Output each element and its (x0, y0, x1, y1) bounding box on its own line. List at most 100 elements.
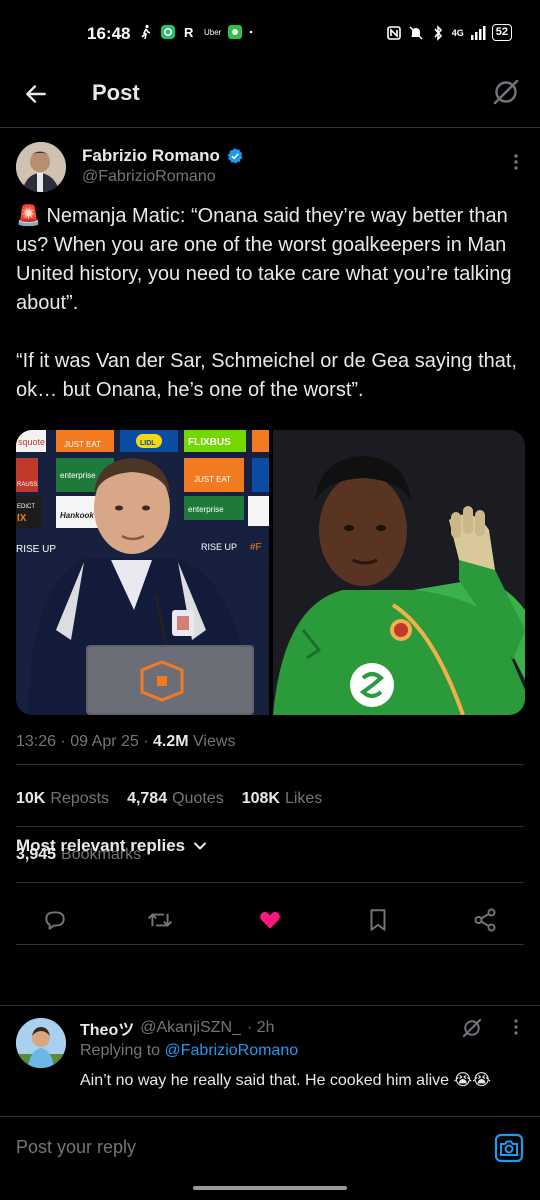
chevron-down-icon (194, 842, 207, 850)
avatar-photo (16, 142, 66, 192)
likes-stat[interactable]: 108K Likes (242, 790, 323, 808)
sponsor-text: JUST EAT (64, 440, 101, 449)
reposts-count: 10K (16, 790, 46, 807)
sponsor-text: FLIXBUS (188, 437, 231, 448)
app-icon (161, 25, 175, 39)
avatar-illustration (16, 1018, 66, 1068)
quotes-label: Quotes (172, 790, 224, 807)
post-meta: 13:26 · 09 Apr 25 · 4.2M Views (16, 733, 235, 751)
grok-button[interactable] (490, 76, 522, 108)
action-bar (0, 898, 540, 944)
sponsor-text: EDICT (17, 504, 35, 510)
bookmark-icon (370, 909, 386, 931)
reply-compose-bar: Post your reply (0, 1116, 540, 1180)
svg-text:RISE UP: RISE UP (201, 542, 237, 552)
walk-icon (141, 24, 151, 40)
media-image-onana[interactable] (272, 430, 525, 715)
reply-button[interactable] (41, 906, 69, 934)
page-title: Post (92, 80, 140, 105)
battery-indicator: 52 (491, 24, 512, 41)
post-date: 09 Apr 25 (70, 733, 139, 750)
reply-author-name[interactable]: Theoツ (80, 1016, 134, 1040)
media-image-matic[interactable]: squote JUST EAT LIDL FLIXBUS RAUSS enter… (16, 430, 269, 715)
nfc-icon (386, 25, 401, 40)
camera-button[interactable] (494, 1133, 524, 1163)
reply-input[interactable]: Post your reply (16, 1137, 136, 1158)
grok-icon (493, 79, 519, 105)
uber-icon: Uber (204, 27, 222, 37)
reply-header: Theoツ @AkanjiSZN_ · 2h (80, 1016, 275, 1040)
author-handle[interactable]: @FabrizioRomano (82, 168, 216, 186)
reply-grok-button[interactable] (460, 1016, 484, 1040)
likes-label: Likes (284, 790, 323, 807)
replying-prefix: Replying to (80, 1042, 161, 1059)
svg-text:enterprise: enterprise (188, 505, 224, 514)
press-conference-photo: squote JUST EAT LIDL FLIXBUS RAUSS enter… (16, 430, 269, 715)
meta-separator: · (143, 733, 154, 750)
like-button[interactable] (256, 906, 284, 934)
r-app-icon: R (184, 25, 194, 40)
reply-text: Ain’t no way he really said that. He coo… (80, 1072, 491, 1089)
author-avatar[interactable] (16, 142, 66, 192)
share-icon (474, 908, 496, 932)
quotes-stat[interactable]: 4,784 Quotes (127, 790, 224, 808)
replying-to: Replying to @FabrizioRomano (80, 1042, 298, 1060)
sponsor-text: squote (18, 437, 45, 447)
post-time: 13:26 (16, 733, 57, 750)
status-system-icons: 4G 52 (386, 24, 512, 41)
repost-button[interactable] (146, 906, 174, 934)
mute-icon (409, 25, 423, 40)
post-paragraph: 🚨 Nemanja Matic: “Onana said they’re way… (16, 205, 512, 314)
more-options-button[interactable] (510, 152, 522, 172)
divider (16, 944, 524, 945)
svg-text:R: R (184, 25, 194, 40)
bookmark-button[interactable] (364, 906, 392, 934)
reposts-label: Reposts (50, 790, 110, 807)
likes-count: 108K (241, 790, 280, 807)
home-indicator[interactable] (193, 1186, 347, 1190)
more-vertical-icon (514, 154, 518, 170)
divider (16, 882, 524, 883)
post-text: 🚨 Nemanja Matic: “Onana said they’re way… (16, 202, 528, 434)
top-app-bar: Post (0, 64, 540, 128)
sponsor-text: #F (250, 542, 262, 553)
share-button[interactable] (471, 906, 499, 934)
reposts-stat[interactable]: 10K Reposts (16, 790, 109, 808)
sponsor-text: Hankook (60, 511, 94, 520)
grok-icon (462, 1018, 482, 1038)
heart-icon (260, 911, 280, 929)
reply-item[interactable]: Theoツ @AkanjiSZN_ · 2h Replying to @Fabr… (0, 1006, 540, 1116)
network-label: 4G (451, 27, 464, 38)
verified-badge-icon (227, 148, 243, 164)
dot-icon (250, 30, 253, 34)
svg-text:JUST EAT: JUST EAT (194, 475, 231, 484)
goalkeeper-photo (272, 430, 525, 715)
arrow-left-icon (26, 85, 46, 103)
divider (16, 826, 524, 827)
post-paragraph: “If it was Van der Sar, Schmeichel or de… (16, 350, 517, 401)
views-label: Views (193, 733, 236, 750)
replying-to-handle[interactable]: @FabrizioRomano (165, 1042, 299, 1059)
reply-age: · 2h (246, 1019, 275, 1036)
signal-icon (470, 25, 486, 40)
sponsor-text: LIDL (140, 440, 156, 447)
svg-text:IX: IX (17, 513, 27, 524)
status-bar: 16:48 R Uber 4G 52 (0, 0, 540, 64)
sponsor-text: RAUSS (17, 482, 38, 488)
replies-sort-dropdown[interactable]: Most relevant replies (16, 836, 207, 856)
engagement-stats: 10K Reposts 4,784 Quotes 108K Likes (16, 790, 322, 808)
reply-more-button[interactable] (512, 1018, 520, 1036)
author-name-text: Fabrizio Romano (82, 146, 220, 165)
status-time: 16:48 (87, 24, 131, 43)
post-media[interactable]: squote JUST EAT LIDL FLIXBUS RAUSS enter… (16, 430, 525, 715)
status-notification-icons: R Uber (138, 24, 257, 40)
back-button[interactable] (20, 78, 52, 110)
reply-author-handle[interactable]: @AkanjiSZN_ (140, 1019, 241, 1037)
author-name[interactable]: Fabrizio Romano (82, 146, 244, 166)
bluetooth-icon (434, 24, 442, 41)
repost-icon (148, 913, 172, 927)
divider (16, 764, 524, 765)
reply-icon (45, 911, 65, 930)
views-count: 4.2M (153, 733, 189, 750)
reply-avatar[interactable] (16, 1018, 66, 1068)
